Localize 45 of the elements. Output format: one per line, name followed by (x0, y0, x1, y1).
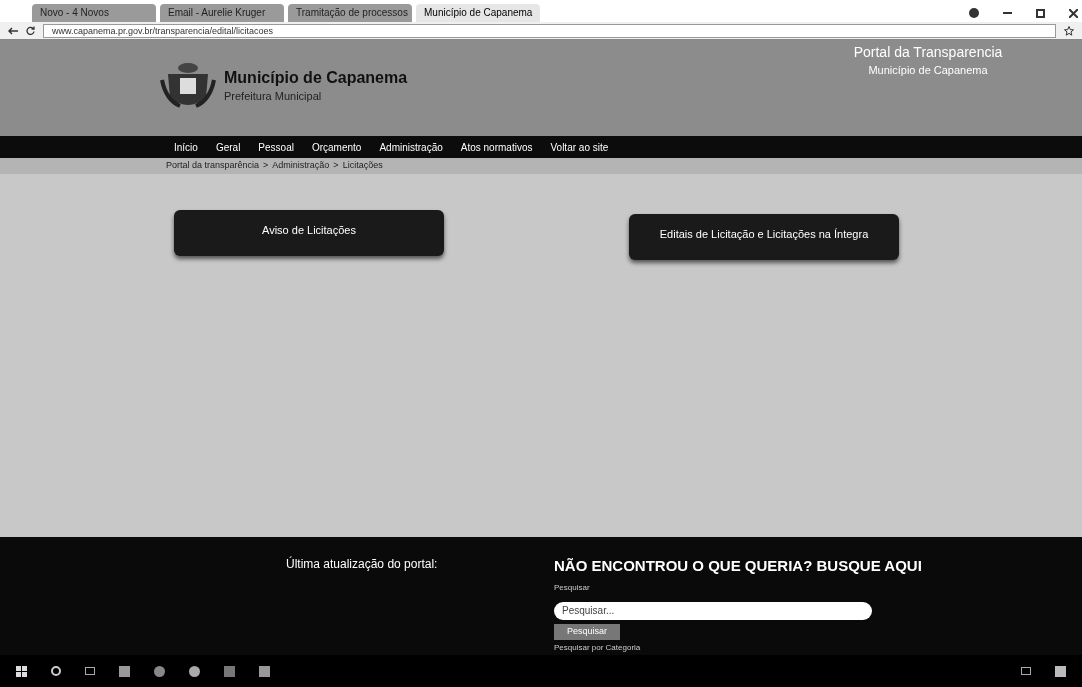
back-icon[interactable] (8, 26, 18, 35)
tray-icon[interactable] (1021, 667, 1031, 675)
reload-icon[interactable] (26, 26, 35, 35)
app-icon[interactable] (259, 665, 270, 677)
nav-link[interactable]: Voltar ao site (550, 139, 609, 155)
browser-tab[interactable]: Município de Capanema (416, 4, 540, 22)
nav-link[interactable]: Pessoal (258, 139, 294, 155)
search-icon[interactable] (51, 666, 61, 676)
breadcrumb-link[interactable]: Portal da transparência (166, 159, 260, 173)
nav-link[interactable]: Início (174, 139, 198, 155)
breadcrumb-link[interactable]: Licitações (342, 159, 383, 173)
nav-link[interactable]: Orçamento (311, 139, 362, 155)
search-heading: NÃO ENCONTROU O QUE QUERIA? BUSQUE AQUI (554, 556, 922, 576)
nav-link[interactable]: Administração (379, 139, 443, 155)
app-icon[interactable] (119, 665, 130, 677)
breadcrumb-link[interactable]: Administração (272, 159, 330, 173)
search-label: Pesquisar (554, 581, 591, 594)
close-icon[interactable] (1069, 9, 1078, 18)
update-label: Última atualização do portal: (286, 555, 439, 573)
nav-link[interactable]: Geral (215, 139, 241, 155)
menu-card[interactable]: Editais de Licitação e Licitações na Íntegra (629, 214, 899, 260)
notification-icon[interactable] (1055, 665, 1066, 677)
task-view-icon[interactable] (85, 667, 95, 675)
site-title: Município de Capanema (224, 67, 408, 88)
app-icon[interactable] (224, 665, 235, 677)
breadcrumb-separator: > (333, 159, 339, 173)
breadcrumb-separator: > (263, 159, 269, 173)
app-icon[interactable] (154, 665, 165, 677)
browser-tab[interactable]: Email - Aurelie Kruger (160, 4, 284, 22)
windows-icon[interactable] (16, 665, 27, 677)
portal-subtitle: Município de Capanema (868, 62, 988, 78)
category-link[interactable]: Pesquisar por Categoria (554, 641, 922, 654)
star-icon[interactable] (1064, 25, 1074, 36)
browser-tab[interactable]: Tramitação de processos (288, 4, 412, 22)
app-icon[interactable] (189, 665, 200, 677)
search-button[interactable]: Pesquisar (554, 623, 620, 640)
site-subtitle: Prefeitura Municipal (224, 88, 323, 104)
address-field[interactable]: www.capanema.pr.gov.br/transparencia/edital/licitacoes (43, 23, 1056, 38)
account-icon[interactable] (969, 8, 979, 18)
menu-card[interactable]: Aviso de Licitações (174, 210, 444, 256)
search-field[interactable]: Pesquisar... (554, 601, 872, 620)
maximize-icon[interactable] (1036, 9, 1045, 18)
nav-link[interactable]: Atos normativos (460, 139, 533, 155)
browser-tab[interactable]: Novo - 4 Novos (32, 4, 156, 22)
portal-title: Portal da Transparencia (853, 44, 1003, 62)
